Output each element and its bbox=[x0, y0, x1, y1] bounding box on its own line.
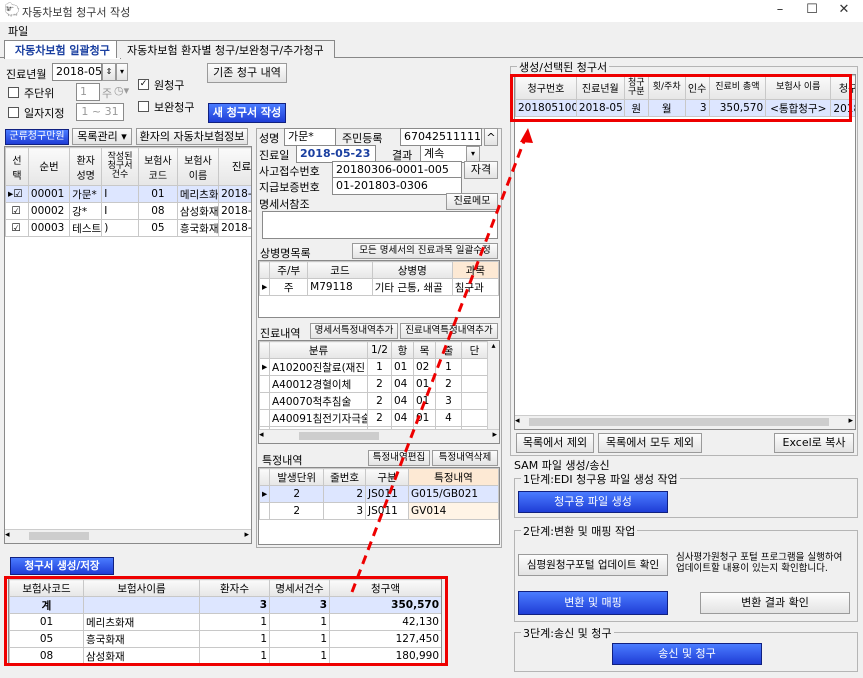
annotation-arrow bbox=[350, 128, 533, 593]
arrow-head bbox=[520, 128, 533, 143]
arrow-line bbox=[350, 135, 528, 593]
